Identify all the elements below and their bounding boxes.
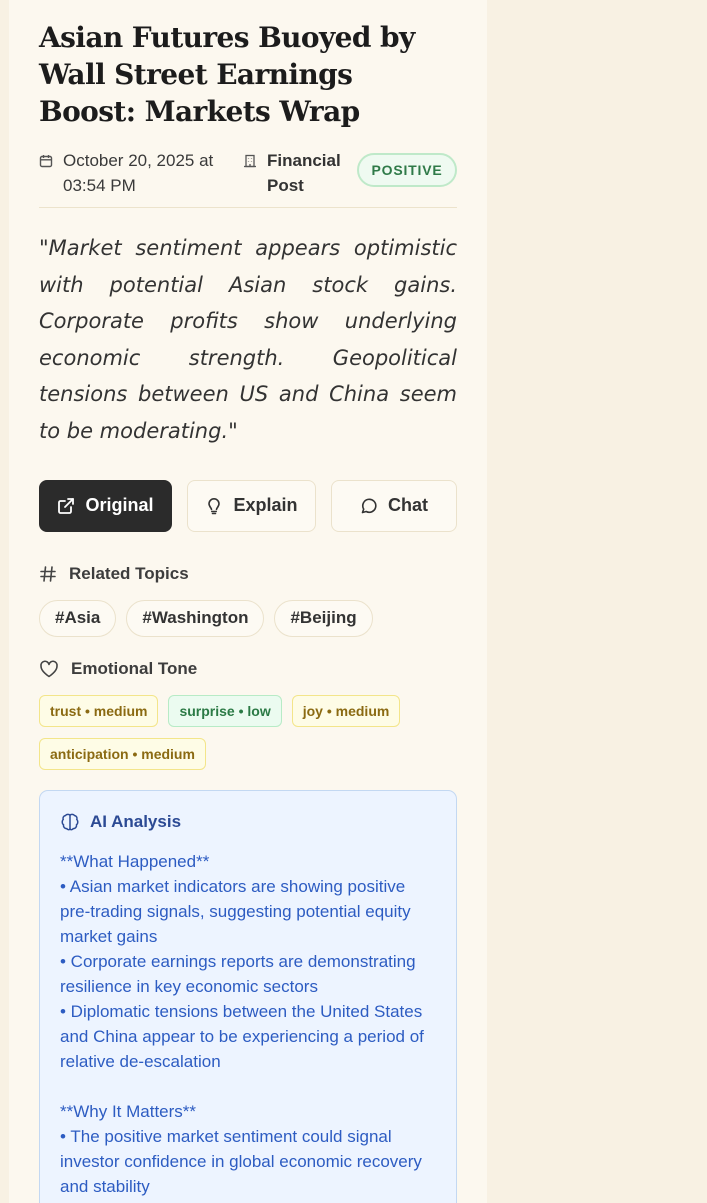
topic-washington[interactable]: #Washington [126, 599, 265, 637]
article-source: Financial Post [243, 148, 347, 198]
emotional-tone-heading: Emotional Tone [39, 659, 457, 679]
external-link-icon [58, 497, 75, 514]
summary-quote: "Market sentiment appears optimistic wit… [39, 236, 457, 443]
original-label: Original [85, 495, 154, 516]
building-icon [244, 154, 256, 168]
article-date: October 20, 2025 at 03:54 PM [39, 148, 223, 198]
article-title: Asian Futures Buoyed by Wall Street Earn… [39, 21, 415, 128]
ai-analysis-text: **What Happened** • Asian market indicat… [60, 851, 424, 1203]
tone-badge-surprise: surprise • low [168, 694, 282, 727]
sentiment-badge: POSITIVE [357, 153, 457, 187]
tone-badge-joy: joy • medium [291, 694, 401, 727]
lightbulb-icon [208, 497, 221, 514]
article-meta: October 20, 2025 at 03:54 PM Financial P… [39, 146, 457, 208]
brain-icon [61, 813, 79, 830]
calendar-icon [39, 155, 53, 168]
heart-icon [40, 660, 58, 677]
emotional-tone-label: Emotional Tone [71, 658, 198, 678]
action-buttons: Original Explain Chat [39, 479, 457, 532]
original-button[interactable]: Original [39, 479, 172, 532]
topics-list: #Asia #Washington #Beijing [39, 599, 457, 637]
explain-button[interactable]: Explain [187, 479, 316, 532]
explain-label: Explain [233, 495, 298, 516]
related-topics-heading: Related Topics [39, 564, 457, 584]
topic-asia[interactable]: #Asia [39, 599, 117, 637]
ai-analysis-label: AI Analysis [90, 811, 182, 831]
date-text: October 20, 2025 at 03:54 PM [63, 151, 214, 195]
chat-bubble-icon [361, 498, 377, 513]
ai-analysis-panel: AI Analysis **What Happened** • Asian ma… [39, 789, 457, 1203]
chat-label: Chat [388, 495, 428, 516]
tone-badge-trust: trust • medium [39, 694, 159, 727]
tone-badge-anticipation: anticipation • medium [39, 737, 206, 770]
hash-icon [40, 565, 56, 582]
topic-beijing[interactable]: #Beijing [274, 599, 373, 637]
article-card: Asian Futures Buoyed by Wall Street Earn… [9, 0, 487, 1203]
chat-button[interactable]: Chat [331, 479, 457, 532]
related-topics-label: Related Topics [69, 563, 189, 583]
ai-analysis-heading: AI Analysis [60, 812, 436, 832]
source-text: Financial Post [267, 151, 341, 195]
tone-list: trust • medium surprise • low joy • medi… [39, 694, 457, 770]
